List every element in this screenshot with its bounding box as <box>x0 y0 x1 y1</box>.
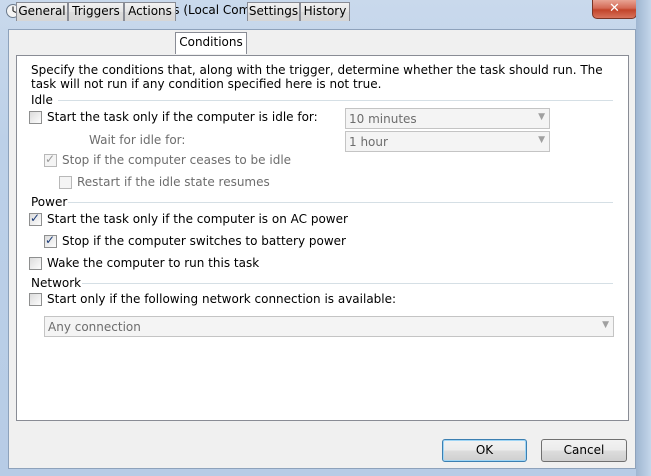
tab-label: General <box>18 4 66 18</box>
network-divider <box>82 283 613 285</box>
stop-if-not-idle-checkbox[interactable] <box>44 152 57 167</box>
tab-history[interactable]: History <box>300 2 350 21</box>
chevron-down-icon: ▼ <box>602 320 609 330</box>
tab-general[interactable]: General <box>16 2 68 21</box>
tab-triggers[interactable]: Triggers <box>68 2 124 21</box>
battery-stop-label: Stop if the computer switches to battery… <box>62 234 346 248</box>
restart-if-idle-label: Restart if the idle state resumes <box>77 175 270 189</box>
idle-heading: Idle <box>31 93 53 107</box>
stop-if-not-idle-label: Stop if the computer ceases to be idle <box>62 153 292 167</box>
ac-power-label: Start the task only if the computer is o… <box>47 212 348 226</box>
idle-divider <box>58 100 613 102</box>
restart-if-idle-checkbox[interactable] <box>59 176 72 189</box>
background-window-edge <box>636 0 651 476</box>
power-divider <box>68 202 613 204</box>
tab-label: Settings <box>248 4 299 18</box>
idle-duration-select[interactable]: 10 minutes ▼ <box>345 108 550 129</box>
ok-button[interactable]: OK <box>442 439 527 462</box>
tab-label: Conditions <box>179 35 243 49</box>
tab-label: Triggers <box>72 4 120 18</box>
tab-label: Actions <box>128 4 172 18</box>
network-heading: Network <box>31 276 82 290</box>
network-connection-value: Any connection <box>48 320 141 334</box>
start-if-idle-label: Start the task only if the computer is i… <box>47 110 318 124</box>
wake-computer-checkbox[interactable] <box>29 257 42 270</box>
close-button[interactable]: ✕ <box>592 0 637 19</box>
power-heading: Power <box>31 195 68 209</box>
network-condition-label: Start only if the following network conn… <box>47 292 397 306</box>
cancel-button[interactable]: Cancel <box>541 439 627 462</box>
network-connection-select[interactable]: Any connection ▼ <box>44 316 614 337</box>
tab-settings[interactable]: Settings <box>247 2 300 21</box>
close-icon: ✕ <box>609 1 620 16</box>
chevron-down-icon: ▼ <box>538 135 545 145</box>
tab-actions[interactable]: Actions <box>124 2 176 21</box>
network-condition-checkbox[interactable] <box>29 293 42 306</box>
tab-label: History <box>303 4 347 18</box>
tab-conditions[interactable]: Conditions <box>175 32 247 54</box>
start-if-idle-checkbox[interactable] <box>29 111 42 124</box>
wait-duration-select[interactable]: 1 hour ▼ <box>345 131 550 152</box>
idle-duration-value: 10 minutes <box>349 112 417 126</box>
chevron-down-icon: ▼ <box>538 112 545 122</box>
wait-duration-value: 1 hour <box>349 135 388 149</box>
conditions-description: Specify the conditions that, along with … <box>31 63 603 91</box>
wake-computer-label: Wake the computer to run this task <box>47 256 260 270</box>
ac-power-checkbox[interactable] <box>29 211 42 226</box>
battery-stop-checkbox[interactable] <box>44 233 57 248</box>
wait-for-idle-label: Wait for idle for: <box>89 133 186 147</box>
